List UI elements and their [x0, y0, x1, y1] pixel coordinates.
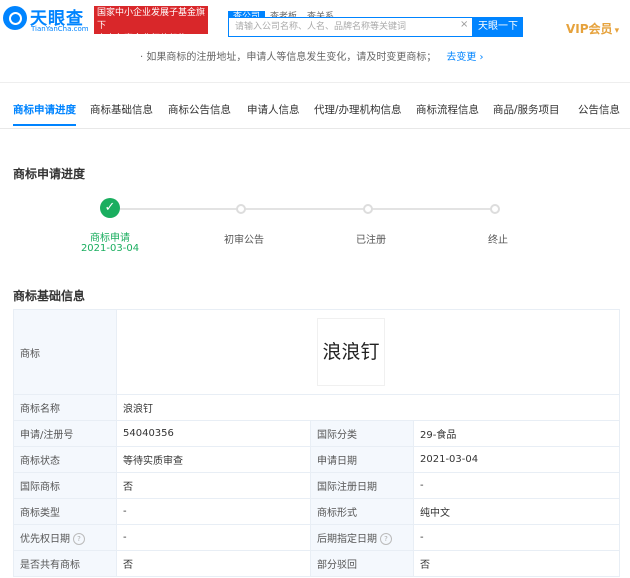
top-header: 天眼查 TianYanCha.com 国家中小企业发展子基金旗下 官方备案企业征…: [0, 0, 630, 44]
step-label-application: 商标申请: [90, 233, 130, 244]
notice-text: · 如果商标的注册地址，申请人等信息发生变化，请及时变更商标；: [140, 52, 437, 63]
chevron-down-icon: ▾: [614, 26, 620, 36]
row-value: 纯中文: [413, 498, 620, 525]
change-notice: · 如果商标的注册地址，申请人等信息发生变化，请及时变更商标； 去变更 ›: [140, 48, 484, 63]
row-label: 是否共有商标: [13, 550, 117, 577]
tab-progress[interactable]: 商标申请进度: [13, 102, 76, 126]
row-value: -: [413, 472, 620, 499]
row-value: -: [116, 524, 311, 551]
check-icon: ✓: [100, 198, 120, 218]
row-value: -: [116, 498, 311, 525]
help-icon[interactable]: ?: [73, 533, 85, 545]
certification-banner: 国家中小企业发展子基金旗下 官方备案企业征信机构: [94, 6, 208, 44]
row-label-with-help: 后期指定日期?: [310, 524, 414, 551]
tab-process[interactable]: 商标流程信息: [416, 102, 479, 117]
row-label: 国际注册日期: [310, 472, 414, 499]
step-dot-preliminary: [236, 204, 246, 214]
chevron-right-icon: ›: [479, 52, 484, 63]
logo-subtitle: TianYanCha.com: [31, 25, 89, 33]
banner-line-1: 国家中小企业发展子基金旗下: [97, 8, 206, 31]
row-label: 商标状态: [13, 446, 117, 473]
vip-member-link[interactable]: VIP会员 ▾: [566, 20, 619, 37]
table-row: 国际商标 否 国际注册日期 -: [13, 472, 620, 499]
table-row: 申请/注册号 54040356 国际分类 29-食品: [13, 420, 620, 447]
table-row: 商标名称 浪浪钉: [13, 394, 620, 421]
trademark-image[interactable]: 浪浪钉: [317, 318, 385, 386]
clear-icon[interactable]: ×: [460, 19, 468, 30]
row-value: 否: [116, 472, 311, 499]
search-tabs: 查公司查老板查关系: [228, 4, 339, 24]
progress-track: [120, 208, 495, 210]
row-label: 申请/注册号: [13, 420, 117, 447]
table-row: 商标类型 - 商标形式 纯中文: [13, 498, 620, 525]
row-value: 2021-03-04: [413, 446, 620, 473]
tab-basic-info[interactable]: 商标基础信息: [90, 102, 153, 117]
row-value: 否: [116, 550, 311, 577]
row-value: 浪浪钉: [116, 394, 620, 421]
step-dot-terminated: [490, 204, 500, 214]
progress-title: 商标申请进度: [13, 167, 86, 181]
row-label-with-help: 优先权日期?: [13, 524, 117, 551]
search-input[interactable]: 请输入公司名称、人名、品牌名称等关键词: [228, 17, 473, 37]
row-label: 国际分类: [310, 420, 414, 447]
detail-tabs: 商标申请进度 商标基础信息 商标公告信息 申请人信息 代理/办理机构信息 商标流…: [0, 92, 630, 129]
tab-announcement[interactable]: 商标公告信息: [168, 102, 231, 117]
tab-goods-services[interactable]: 商品/服务项目: [493, 102, 560, 117]
tab-notices[interactable]: 公告信息: [578, 102, 620, 117]
row-label: 部分驳回: [310, 550, 414, 577]
basic-info-title: 商标基础信息: [13, 289, 86, 303]
help-icon[interactable]: ?: [380, 533, 392, 545]
row-label: 商标名称: [13, 394, 117, 421]
row-value: 54040356: [116, 420, 311, 447]
tab-applicant[interactable]: 申请人信息: [247, 102, 300, 117]
row-label: 商标类型: [13, 498, 117, 525]
trademark-label: 商标: [13, 309, 117, 395]
row-label: 申请日期: [310, 446, 414, 473]
table-row: 是否共有商标 否 部分驳回 否: [13, 550, 620, 577]
row-value: 等待实质审查: [116, 446, 311, 473]
table-row: 商标状态 等待实质审查 申请日期 2021-03-04: [13, 446, 620, 473]
trademark-image-cell: 浪浪钉: [116, 309, 620, 395]
step-label-registered: 已注册: [356, 235, 386, 246]
tianyancha-logo-icon[interactable]: [3, 6, 27, 30]
step-dot-registered: [363, 204, 373, 214]
row-label: 后期指定日期: [317, 534, 377, 545]
row-value: 29-食品: [413, 420, 620, 447]
row-label: 优先权日期: [20, 534, 70, 545]
row-label: 国际商标: [13, 472, 117, 499]
step-date-application: 2021-03-04: [80, 243, 140, 254]
row-value: 否: [413, 550, 620, 577]
table-row: 优先权日期? - 后期指定日期? -: [13, 524, 620, 551]
vip-label: VIP会员: [566, 22, 613, 36]
step-label-preliminary: 初审公告: [224, 235, 264, 246]
row-label: 商标形式: [310, 498, 414, 525]
step-label-terminated: 终止: [488, 235, 508, 246]
change-link-label: 去变更: [446, 52, 477, 63]
basic-info-table: 商标 浪浪钉 商标名称 浪浪钉 申请/注册号 54040356 国际分类 29-…: [13, 309, 620, 577]
search-button[interactable]: 天眼一下: [473, 17, 523, 37]
tab-agency[interactable]: 代理/办理机构信息: [314, 102, 402, 117]
change-link[interactable]: 去变更 ›: [446, 52, 483, 63]
table-row: 商标 浪浪钉: [13, 309, 620, 395]
row-value: -: [413, 524, 620, 551]
notice-area: · 如果商标的注册地址，申请人等信息发生变化，请及时变更商标； 去变更 ›: [0, 40, 630, 83]
